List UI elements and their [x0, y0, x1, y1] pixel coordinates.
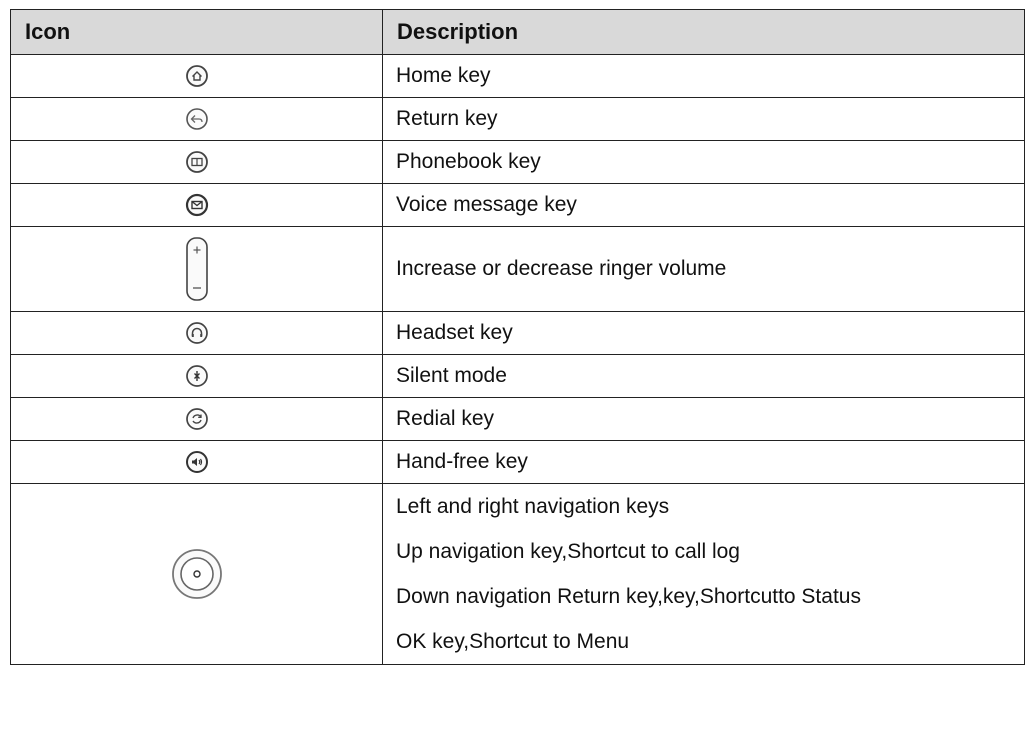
row-description: Phonebook key — [382, 140, 1025, 184]
header-description: Description — [382, 9, 1025, 55]
row-description: Silent mode — [382, 354, 1025, 398]
redial-key-icon — [185, 408, 209, 430]
row-description: Return key — [382, 97, 1025, 141]
table-row: Hand-free key — [10, 440, 1025, 484]
nav-line-up: Up navigation key,Shortcut to call log — [396, 540, 740, 563]
navigation-description-list: Left and right navigation keys Up naviga… — [396, 484, 1024, 664]
voice-message-key-icon — [185, 193, 209, 217]
phonebook-key-icon — [185, 151, 209, 173]
navigation-key-icon — [170, 549, 224, 599]
row-description: Voice message key — [382, 183, 1025, 227]
table-row: Headset key — [10, 311, 1025, 355]
table-row: Silent mode — [10, 354, 1025, 398]
table-row: Voice message key — [10, 183, 1025, 227]
key-icon-table: Icon Description Home key Return key Pho… — [10, 9, 1025, 665]
nav-line-down: Down navigation Return key,key,Shortcutt… — [396, 585, 861, 608]
nav-line-ok: OK key,Shortcut to Menu — [396, 630, 630, 653]
table-row: Redial key — [10, 397, 1025, 441]
row-description: Increase or decrease ringer volume — [382, 226, 1025, 312]
table-row: Phonebook key — [10, 140, 1025, 184]
table-row: Home key — [10, 54, 1025, 98]
volume-key-icon — [184, 237, 210, 301]
table-row: Return key — [10, 97, 1025, 141]
table-header-row: Icon Description — [10, 9, 1025, 55]
home-key-icon — [185, 65, 209, 87]
row-description: Hand-free key — [382, 440, 1025, 484]
row-description: Redial key — [382, 397, 1025, 441]
hand-free-key-icon — [185, 451, 209, 473]
headset-key-icon — [185, 322, 209, 344]
header-icon: Icon — [10, 9, 383, 55]
row-description: Headset key — [382, 311, 1025, 355]
table-row: Increase or decrease ringer volume — [10, 226, 1025, 312]
return-key-icon — [185, 108, 209, 130]
row-description: Home key — [382, 54, 1025, 98]
silent-mode-icon — [185, 365, 209, 387]
nav-line-left-right: Left and right navigation keys — [396, 495, 670, 518]
table-row: Left and right navigation keys Up naviga… — [10, 483, 1025, 665]
